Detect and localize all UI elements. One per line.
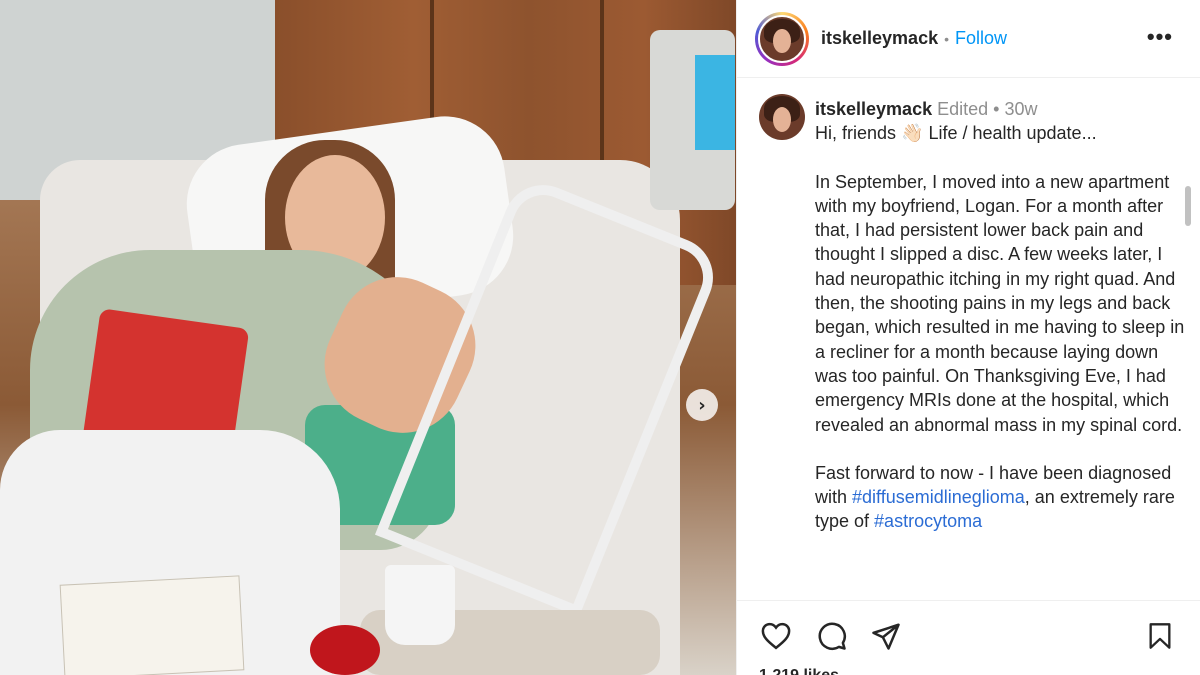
caption-meta-line: itskelleymack Edited • 30w (815, 97, 1187, 121)
post-sidebar: itskelleymack • Follow ••• itskelleymack… (736, 0, 1200, 675)
caption-area: itskelleymack Edited • 30w Hi, friends 👋… (737, 79, 1200, 599)
caption-paragraph-2: In September, I moved into a new apartme… (815, 171, 1185, 435)
caption-text: itskelleymack Edited • 30w Hi, friends 👋… (815, 97, 1187, 534)
iv-pump-screen (695, 55, 735, 150)
florist-card (59, 575, 245, 675)
comment-icon[interactable] (815, 619, 849, 653)
post-photo: › (0, 0, 736, 675)
more-options-icon[interactable]: ••• (1147, 24, 1173, 50)
story-ring-avatar[interactable] (755, 11, 809, 66)
follow-button[interactable]: Follow (955, 28, 1007, 49)
heart-icon[interactable] (759, 619, 793, 653)
caption-scrollbar[interactable] (1185, 186, 1191, 226)
caption-username-link[interactable]: itskelleymack (815, 99, 932, 119)
avatar (758, 14, 806, 63)
share-icon[interactable] (869, 619, 903, 653)
post-age[interactable]: 30w (1005, 99, 1038, 119)
bookmark-icon[interactable] (1143, 619, 1177, 653)
caption-paragraph-3: Fast forward to now - I have been diagno… (815, 461, 1187, 534)
hashtag-link[interactable]: #astrocytoma (874, 511, 982, 531)
cup (385, 565, 455, 645)
separator-dot: • (944, 30, 949, 47)
likes-count[interactable]: 1,219 likes (759, 667, 839, 675)
hashtag-link[interactable]: #diffusemidlineglioma (852, 487, 1025, 507)
action-bar: 1,219 likes (737, 600, 1200, 675)
post-header: itskelleymack • Follow ••• (737, 0, 1200, 78)
rose (310, 625, 380, 675)
separator-dot: • (993, 99, 1000, 119)
header-username-link[interactable]: itskelleymack (821, 28, 938, 49)
caption-line-1: Hi, friends 👋🏻 Life / health update... (815, 123, 1097, 144)
caption-avatar[interactable] (759, 94, 805, 140)
next-photo-button[interactable]: › (686, 389, 718, 421)
edited-label: Edited (937, 99, 989, 119)
